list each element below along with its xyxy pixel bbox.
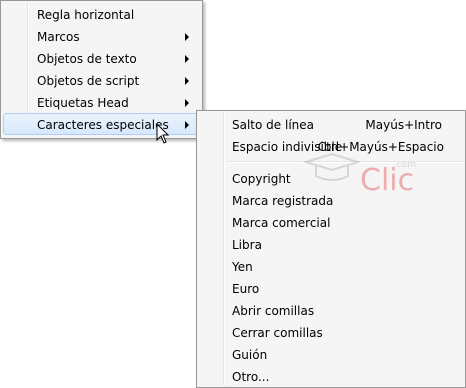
menu-item-label: Cerrar comillas — [232, 326, 323, 340]
aula-clic-watermark-logo: .com Clic — [302, 152, 416, 194]
menu-item-label: Yen — [232, 260, 253, 274]
menu-item-marca-comercial[interactable]: Marca comercial — [199, 211, 463, 233]
menu-item-label: Caracteres especiales — [37, 118, 169, 132]
menu-item-shortcut: Mayús+Intro — [365, 118, 442, 132]
menu-item-label: Otro... — [232, 370, 270, 384]
menu-item-label: Libra — [232, 238, 262, 252]
menu-item-label: Marca comercial — [232, 216, 331, 230]
menu-item-guion[interactable]: Guión — [199, 343, 463, 365]
submenu-arrow-icon — [185, 99, 189, 107]
menu-item-label: Objetos de script — [37, 74, 140, 88]
menu-item-label: Regla horizontal — [37, 8, 135, 22]
menu-item-abrir-comillas[interactable]: Abrir comillas — [199, 299, 463, 321]
menu-item-salto-de-linea[interactable]: Salto de línea Mayús+Intro — [199, 113, 463, 135]
menu-item-objetos-de-texto[interactable]: Objetos de texto — [3, 47, 200, 69]
menu-item-label: Salto de línea — [232, 118, 314, 132]
submenu-arrow-icon — [185, 77, 189, 85]
submenu-arrow-icon — [185, 33, 189, 41]
menu-item-otro[interactable]: Otro... — [199, 365, 463, 387]
submenu-arrow-icon — [185, 55, 189, 63]
menu-item-objetos-de-script[interactable]: Objetos de script — [3, 69, 200, 91]
menu-item-label: Euro — [232, 282, 260, 296]
menu-item-label: Copyright — [232, 172, 291, 186]
graduation-cap-icon — [302, 152, 362, 181]
context-menu: Regla horizontal Marcos Objetos de texto… — [0, 0, 203, 139]
menu-item-libra[interactable]: Libra — [199, 233, 463, 255]
mouse-pointer-icon — [156, 123, 170, 144]
menu-item-etiquetas-head[interactable]: Etiquetas Head — [3, 91, 200, 113]
menu-item-label: Marcos — [37, 30, 80, 44]
menu-item-marcos[interactable]: Marcos — [3, 25, 200, 47]
watermark-brand: Clic — [360, 163, 414, 194]
menu-item-regla-horizontal[interactable]: Regla horizontal — [3, 3, 200, 25]
menu-item-yen[interactable]: Yen — [199, 255, 463, 277]
menu-item-euro[interactable]: Euro — [199, 277, 463, 299]
menu-item-label: Marca registrada — [232, 194, 334, 208]
menu-item-label: Guión — [232, 348, 268, 362]
menu-item-cerrar-comillas[interactable]: Cerrar comillas — [199, 321, 463, 343]
menu-item-label: Objetos de texto — [37, 52, 137, 66]
menu-item-label: Etiquetas Head — [37, 96, 129, 110]
menu-item-caracteres-especiales[interactable]: Caracteres especiales — [3, 113, 200, 135]
submenu-arrow-icon — [185, 121, 189, 129]
menu-item-label: Abrir comillas — [232, 304, 315, 318]
